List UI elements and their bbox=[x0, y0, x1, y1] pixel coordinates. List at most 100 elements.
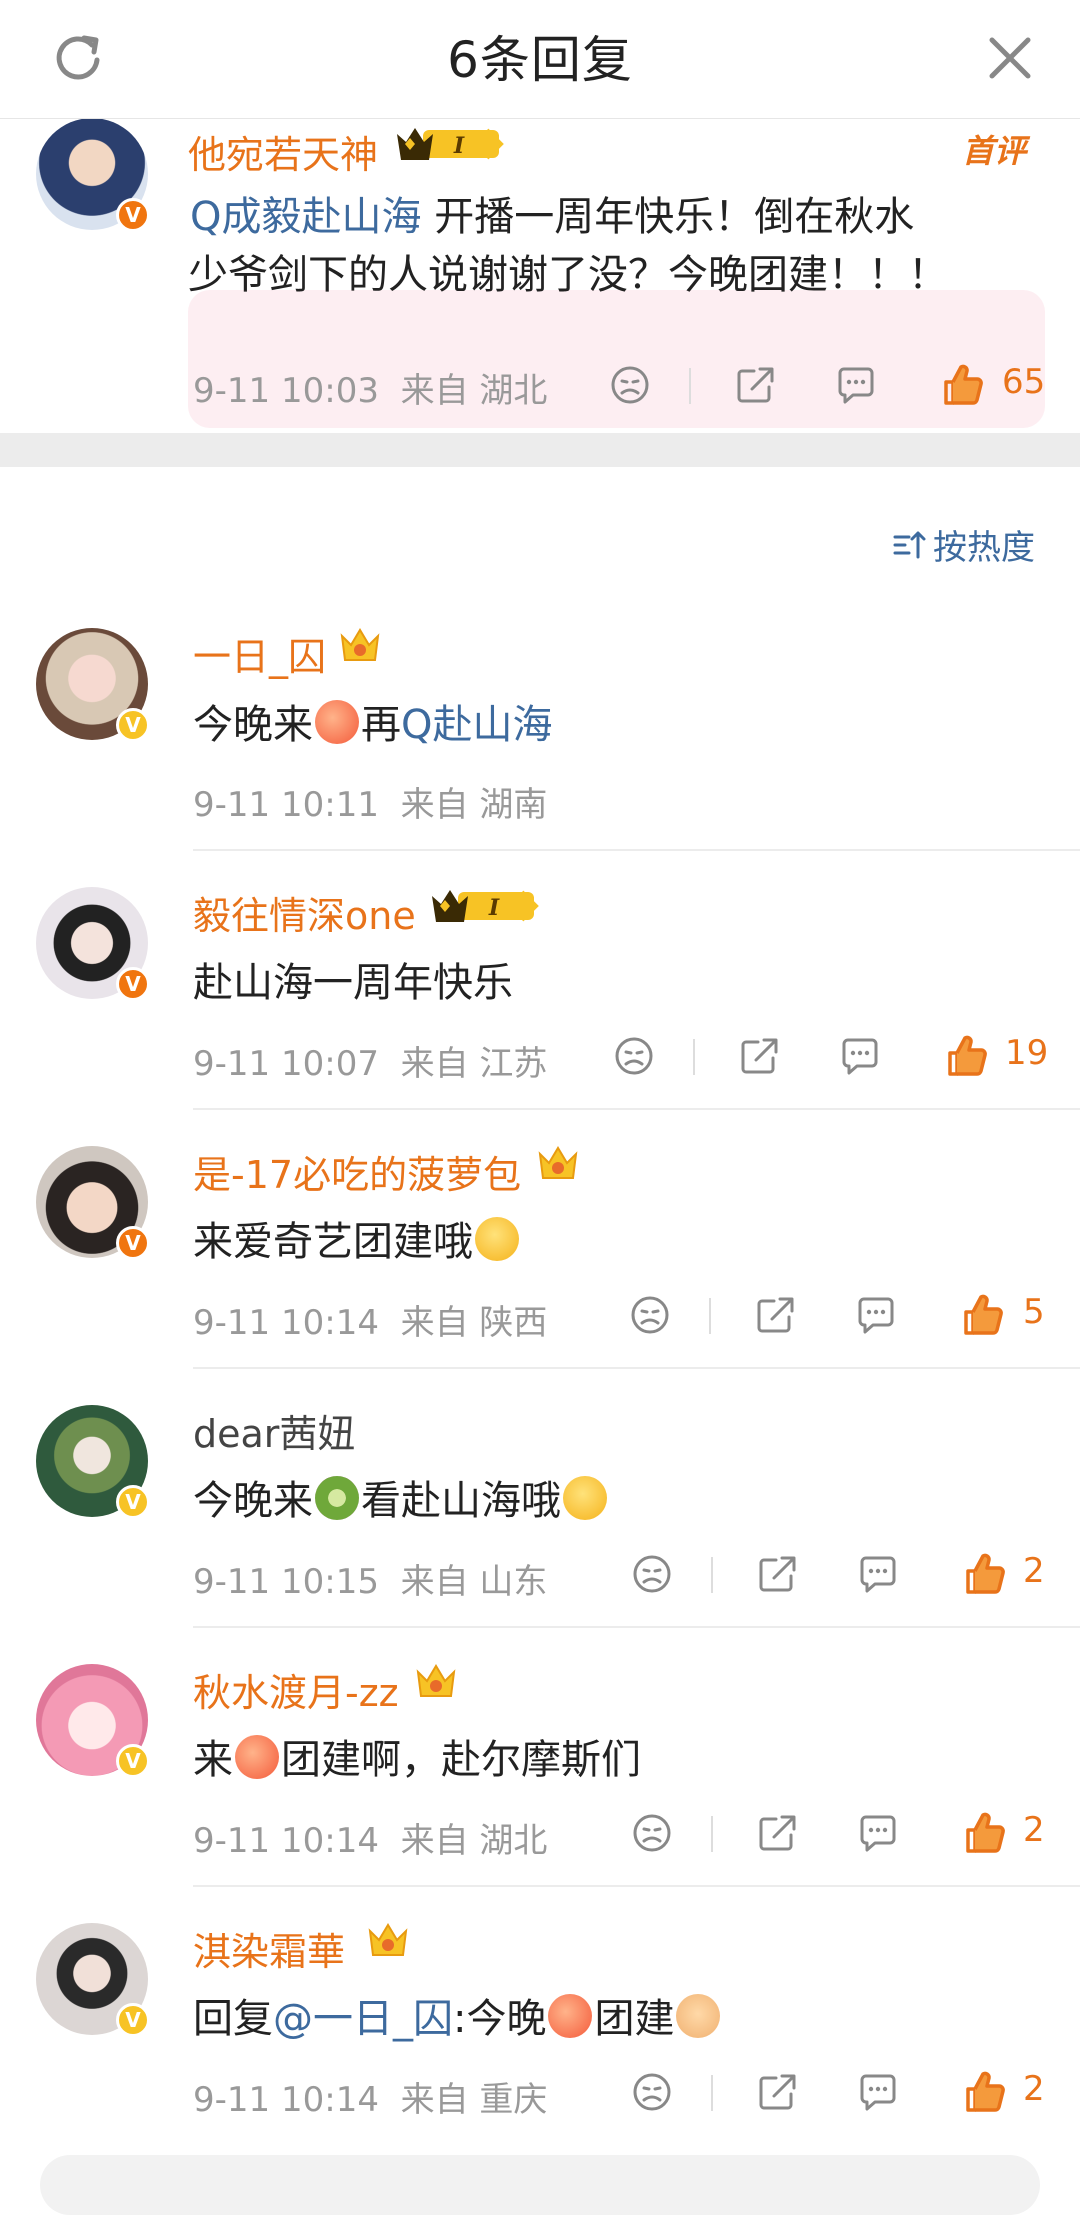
post-text-line1: Q成毅赴山海 开播一周年快乐！倒在秋水 bbox=[190, 194, 915, 240]
reply-content: 来爱奇艺团建哦 bbox=[193, 1209, 521, 1267]
reply-content: 来团建啊，赴尔摩斯们 bbox=[193, 1735, 641, 1783]
peach-emoji-icon bbox=[235, 1735, 279, 1779]
verified-badge-icon: V bbox=[116, 198, 150, 232]
reply-meta: 9-11 10:07 来自 江苏 bbox=[193, 1044, 548, 1084]
victory-hand-emoji-icon bbox=[676, 1994, 721, 2038]
share-icon[interactable] bbox=[752, 1808, 802, 1858]
divider bbox=[693, 1039, 695, 1075]
like-icon[interactable] bbox=[960, 1549, 1010, 1599]
username[interactable]: 是-17必吃的菠萝包 bbox=[193, 1144, 521, 1199]
avatar[interactable]: V bbox=[36, 1923, 150, 2037]
verified-badge-icon: V bbox=[116, 1226, 150, 1260]
like-count: 19 bbox=[1005, 1033, 1049, 1073]
reply-input-bar[interactable] bbox=[40, 2155, 1040, 2215]
wink-emoji-icon bbox=[563, 1476, 607, 1520]
mention-link[interactable]: @一日_囚 bbox=[273, 1996, 453, 2042]
like-icon[interactable] bbox=[960, 1808, 1010, 1858]
like-icon[interactable] bbox=[958, 1290, 1008, 1340]
member-crown-icon bbox=[414, 1660, 458, 1704]
username[interactable]: 毅往情深one bbox=[193, 885, 416, 940]
verified-badge-icon: V bbox=[116, 1744, 150, 1778]
like-count: 2 bbox=[1023, 1551, 1045, 1591]
section-divider bbox=[0, 433, 1080, 467]
member-crown-badge-icon bbox=[395, 122, 505, 166]
verified-badge-icon: V bbox=[116, 2003, 150, 2037]
verified-badge-icon: V bbox=[116, 708, 150, 742]
divider bbox=[709, 1298, 711, 1334]
reply-meta: 9-11 10:11 来自 湖南 bbox=[193, 785, 548, 825]
like-icon[interactable] bbox=[960, 2067, 1010, 2117]
page-title: 6条回复 bbox=[447, 31, 633, 89]
avatar[interactable]: V bbox=[36, 118, 150, 232]
reply-actions: 5 bbox=[625, 1290, 1065, 1350]
like-count: 65 bbox=[1002, 362, 1046, 402]
verified-badge-icon: V bbox=[116, 1485, 150, 1519]
post-meta: 9-11 10:03 来自 湖北 bbox=[193, 371, 548, 411]
comment-icon[interactable] bbox=[831, 360, 881, 410]
dislike-icon[interactable] bbox=[627, 1808, 677, 1858]
reply-actions: 2 bbox=[627, 1549, 1067, 1609]
share-icon[interactable] bbox=[752, 1549, 802, 1599]
reply-meta: 9-11 10:14 来自 湖北 bbox=[193, 1821, 548, 1861]
avatar[interactable]: V bbox=[36, 1146, 150, 1260]
username[interactable]: 一日_囚 bbox=[193, 626, 326, 681]
username[interactable]: dear茜妞 bbox=[193, 1403, 355, 1458]
row-divider bbox=[193, 849, 1080, 851]
divider bbox=[689, 368, 691, 404]
like-count: 5 bbox=[1023, 1292, 1045, 1332]
share-icon[interactable] bbox=[730, 360, 780, 410]
topic-link[interactable]: Q成毅赴山海 bbox=[190, 194, 421, 240]
username[interactable]: 秋水渡月-zz bbox=[193, 1662, 399, 1717]
avatar[interactable]: V bbox=[36, 628, 150, 742]
dislike-icon[interactable] bbox=[627, 2067, 677, 2117]
comment-icon[interactable] bbox=[853, 1808, 903, 1858]
comment-icon[interactable] bbox=[835, 1031, 885, 1081]
comment-icon[interactable] bbox=[853, 1549, 903, 1599]
dislike-icon[interactable] bbox=[609, 1031, 659, 1081]
dislike-icon[interactable] bbox=[627, 1549, 677, 1599]
row-divider bbox=[193, 1367, 1080, 1369]
reply-actions: 2 bbox=[627, 2067, 1067, 2127]
surprised-emoji-icon bbox=[475, 1217, 519, 1261]
reply-actions: 19 bbox=[609, 1031, 1059, 1091]
reply-meta: 9-11 10:14 来自 重庆 bbox=[193, 2080, 548, 2120]
reply-content: 回复@一日_囚:今晚 团建 bbox=[193, 1986, 722, 2044]
avatar[interactable]: V bbox=[36, 1405, 150, 1519]
comment-icon[interactable] bbox=[853, 2067, 903, 2117]
divider bbox=[711, 2075, 713, 2111]
like-icon[interactable] bbox=[938, 360, 988, 410]
post-actions: 65 bbox=[605, 360, 1055, 420]
kiwi-emoji-icon bbox=[315, 1476, 359, 1520]
verified-badge-icon: V bbox=[116, 967, 150, 1001]
avatar[interactable]: V bbox=[36, 887, 150, 1001]
username[interactable]: 淇染霜華 bbox=[193, 1921, 345, 1976]
dislike-icon[interactable] bbox=[625, 1290, 675, 1340]
sort-icon bbox=[893, 531, 926, 558]
like-count: 2 bbox=[1023, 1810, 1045, 1850]
share-icon[interactable] bbox=[750, 1290, 800, 1340]
topic-link[interactable]: Q赴山海 bbox=[401, 702, 552, 748]
share-icon[interactable] bbox=[734, 1031, 784, 1081]
sort-toggle[interactable]: 按热度 bbox=[891, 520, 1035, 569]
dislike-icon[interactable] bbox=[605, 360, 655, 410]
like-count: 2 bbox=[1023, 2069, 1045, 2109]
reply-meta: 9-11 10:14 来自 陕西 bbox=[193, 1303, 548, 1343]
peach-emoji-icon bbox=[548, 1994, 593, 2038]
first-comment-badge: 首评 bbox=[962, 132, 1027, 170]
share-icon[interactable] bbox=[752, 2067, 802, 2117]
main-post: V 他宛若天神 首评 Q成毅赴山海 开播一周年快乐！倒在秋水 少爷剑下的人说谢谢… bbox=[0, 118, 1080, 433]
avatar[interactable]: V bbox=[36, 1664, 150, 1778]
member-crown-icon bbox=[338, 624, 382, 668]
post-text-line2: 少爷剑下的人说谢谢了没？今晚团建！！！ bbox=[188, 252, 948, 298]
divider bbox=[711, 1816, 713, 1852]
row-divider bbox=[193, 1626, 1080, 1628]
divider bbox=[711, 1557, 713, 1593]
close-icon[interactable] bbox=[980, 28, 1040, 88]
header-bar: 6条回复 bbox=[0, 0, 1080, 119]
reply-content: 今晚来 看赴山海哦 bbox=[193, 1468, 609, 1526]
reply-actions: 2 bbox=[627, 1808, 1067, 1868]
row-divider bbox=[193, 1108, 1080, 1110]
username[interactable]: 他宛若天神 bbox=[188, 124, 378, 179]
like-icon[interactable] bbox=[942, 1031, 992, 1081]
comment-icon[interactable] bbox=[851, 1290, 901, 1340]
